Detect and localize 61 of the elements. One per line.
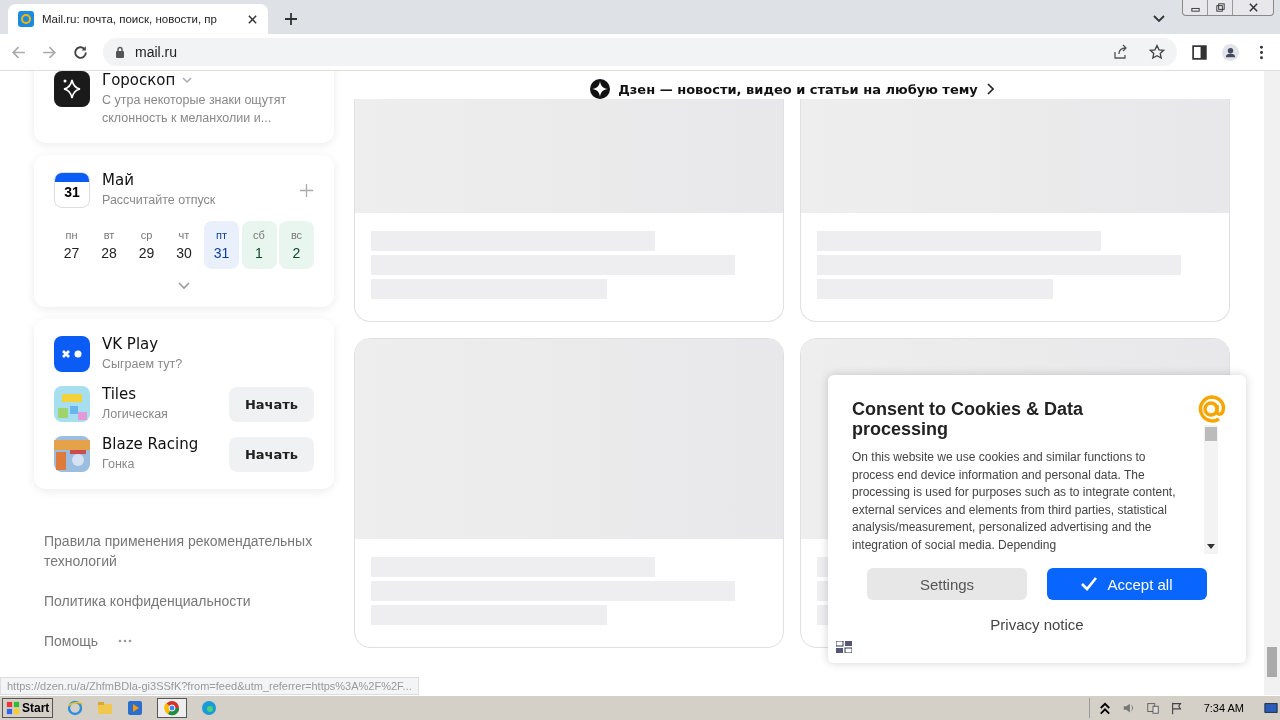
scroll-thumb[interactable] (1205, 427, 1217, 441)
new-tab-icon[interactable] (284, 12, 298, 26)
calendar-day[interactable]: сб 1 (241, 221, 277, 269)
game-genre: Логическая (102, 406, 169, 423)
url-text: mail.ru (135, 44, 177, 60)
clock: 7:34 AM (1203, 702, 1244, 714)
footer-link[interactable]: Правила применения рекомендательных технологий (44, 531, 324, 571)
horoscope-title[interactable]: Гороскоп (102, 71, 176, 89)
settings-button[interactable]: Settings (867, 568, 1027, 600)
browser-tab[interactable]: Mail.ru: почта, поиск, новости, пр (8, 4, 268, 34)
accept-button[interactable]: Accept all (1047, 568, 1207, 600)
side-panel-icon[interactable] (1191, 43, 1208, 61)
close-icon[interactable] (247, 13, 258, 25)
reload-icon[interactable] (72, 43, 89, 61)
flag-icon[interactable] (1169, 701, 1184, 715)
start-button[interactable]: Начать (228, 386, 314, 422)
start-button[interactable]: Start (2, 698, 54, 718)
windows-logo-icon (6, 701, 20, 715)
game-title[interactable]: Tiles (102, 385, 217, 403)
more-icon[interactable] (118, 639, 133, 643)
game-genre: Гонка (102, 456, 136, 473)
restore-icon (1214, 2, 1226, 13)
tab-title: Mail.ru: почта, поиск, новости, пр (42, 13, 218, 25)
calendar-day[interactable]: пн 27 (54, 221, 89, 269)
close-icon (1247, 2, 1259, 13)
games-title: VK Play (102, 335, 160, 353)
horoscope-text: С утра некоторые знаки ощутят склонность к меланхолии и... (102, 92, 288, 127)
calendar-hint[interactable]: Рассчитайте отпуск (102, 191, 287, 209)
dialog-body: On this website we use cookies and similar functions to process end device information and personal data. The processing is used for purposes such as to integrate content, external services and elements from third parties, statistical analysis/measurement, personalized advertising and the integration of social media. Depending (852, 449, 1177, 554)
footer-link[interactable]: Помощь (44, 631, 99, 651)
profile-icon[interactable] (1222, 43, 1239, 61)
desktop-icon[interactable] (1264, 701, 1278, 715)
sparkle-icon (590, 79, 611, 99)
calendar-day[interactable]: вс 2 (279, 221, 314, 269)
taskbar-chrome-button[interactable] (157, 698, 188, 718)
address-bar[interactable]: mail.ru (103, 38, 1177, 66)
calendar-day[interactable]: ср 29 (129, 221, 164, 269)
games-subtitle: Сыграем тут? (102, 356, 184, 373)
status-url: https://dzen.ru/a/ZhfmBDla-gi3SSfK?from=feed&utm_referrer=https%3A%2F%2F... (0, 677, 419, 695)
calendar-day[interactable]: вт 28 (91, 221, 127, 269)
scrollbar[interactable] (1264, 71, 1280, 695)
start-button[interactable]: Начать (228, 436, 314, 472)
lock-icon (115, 46, 125, 58)
dialog-title: Consent to Cookies & Data processing (852, 399, 1085, 439)
calendar-day[interactable]: чт 30 (166, 221, 202, 269)
calendar-day[interactable]: пт 31 (204, 221, 239, 269)
media-player-icon[interactable] (127, 700, 144, 716)
month-title: Май (102, 171, 135, 189)
star-icon[interactable] (1149, 44, 1165, 60)
calendar-icon: 31 (54, 172, 90, 208)
scroll-down-icon[interactable] (1207, 544, 1215, 550)
chevron-up-icon[interactable] (1097, 701, 1112, 715)
privacy-link[interactable]: Privacy notice (990, 616, 1084, 633)
game-title[interactable]: Blaze Racing (102, 435, 217, 453)
checkmark-icon (1081, 577, 1098, 591)
chevron-right-icon[interactable] (985, 83, 994, 95)
speaker-icon[interactable] (1121, 701, 1136, 715)
scrollbar[interactable] (1204, 425, 1218, 554)
feed-header-link[interactable]: Дзен — новости, видео и статьи на любую тему (618, 81, 978, 97)
share-icon[interactable] (1113, 44, 1129, 60)
footer-link[interactable]: Политика конфиденциальности (44, 591, 324, 611)
